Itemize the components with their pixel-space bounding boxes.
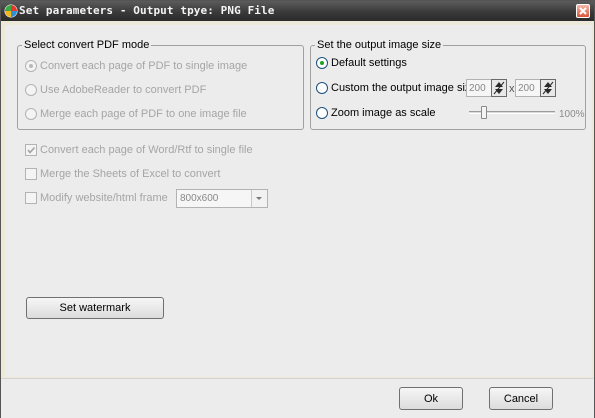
web-frame-select[interactable]: 800x600	[176, 189, 268, 208]
pdf-option-adobe-reader[interactable]: Use AdobeReader to convert PDF	[25, 84, 206, 96]
times-label: x	[509, 83, 515, 95]
word-rtf-checkbox[interactable]	[25, 144, 37, 156]
width-spinner[interactable]	[491, 79, 507, 97]
zoom-percent: 100%	[559, 109, 585, 120]
close-button[interactable]	[576, 4, 590, 18]
web-frame-label: Modify website/html frame	[40, 192, 168, 204]
web-frame-option[interactable]: Modify website/html frame	[25, 192, 168, 204]
radio-zoom-scale[interactable]	[316, 107, 328, 119]
chevron-down-icon	[256, 197, 262, 200]
pdf-mode-legend: Select convert PDF mode	[22, 39, 152, 51]
radio-adobe-reader[interactable]	[25, 84, 37, 96]
content-area: Select convert PDF mode Convert each pag…	[5, 25, 592, 377]
pdf-option-label: Merge each page of PDF to one image file	[40, 108, 247, 120]
web-frame-checkbox[interactable]	[25, 192, 37, 204]
default-settings-label: Default settings	[331, 57, 407, 69]
dialog-footer: Ok Cancel	[1, 378, 594, 418]
web-frame-value: 800x600	[180, 193, 219, 204]
radio-default-settings[interactable]	[316, 57, 328, 69]
pdf-option-single-image[interactable]: Convert each page of PDF to single image	[25, 60, 247, 72]
radio-merge-pages[interactable]	[25, 108, 37, 120]
excel-sheets-option[interactable]: Merge the Sheets of Excel to convert	[25, 168, 220, 180]
close-icon	[579, 7, 587, 15]
custom-size-option[interactable]: Custom the output image size	[316, 82, 477, 94]
checkmark-icon	[27, 146, 36, 154]
zoom-slider-thumb[interactable]	[481, 106, 487, 119]
ok-button[interactable]: Ok	[399, 387, 463, 410]
excel-sheets-checkbox[interactable]	[25, 168, 37, 180]
dropdown-button[interactable]	[251, 190, 267, 207]
height-input[interactable]: 200	[515, 79, 542, 97]
dialog-window: Set parameters - Output tpye: PNG File S…	[0, 0, 595, 418]
pdf-option-label: Use AdobeReader to convert PDF	[40, 84, 207, 96]
word-rtf-label: Convert each page of Word/Rtf to single …	[40, 144, 253, 156]
zoom-scale-option[interactable]: Zoom image as scale	[316, 107, 436, 119]
title-bar[interactable]: Set parameters - Output tpye: PNG File	[1, 1, 594, 21]
custom-size-label: Custom the output image size	[331, 82, 477, 94]
radio-custom-size[interactable]	[316, 82, 328, 94]
default-settings-option[interactable]: Default settings	[316, 57, 407, 69]
word-rtf-option[interactable]: Convert each page of Word/Rtf to single …	[25, 144, 253, 156]
width-input[interactable]: 200	[466, 79, 493, 97]
window-title: Set parameters - Output tpye: PNG File	[19, 4, 275, 17]
set-watermark-button[interactable]: Set watermark	[26, 297, 164, 319]
app-logo-icon	[4, 4, 18, 18]
spinner-arrows-icon	[493, 81, 505, 95]
radio-single-image[interactable]	[25, 60, 37, 72]
height-spinner[interactable]	[540, 79, 556, 97]
pdf-option-label: Convert each page of PDF to single image	[40, 60, 248, 72]
zoom-scale-label: Zoom image as scale	[331, 107, 436, 119]
cancel-button[interactable]: Cancel	[489, 387, 553, 410]
spinner-arrows-icon	[542, 81, 554, 95]
pdf-option-merge-pages[interactable]: Merge each page of PDF to one image file	[25, 108, 247, 120]
excel-sheets-label: Merge the Sheets of Excel to convert	[40, 168, 221, 180]
output-size-legend: Set the output image size	[315, 39, 444, 51]
